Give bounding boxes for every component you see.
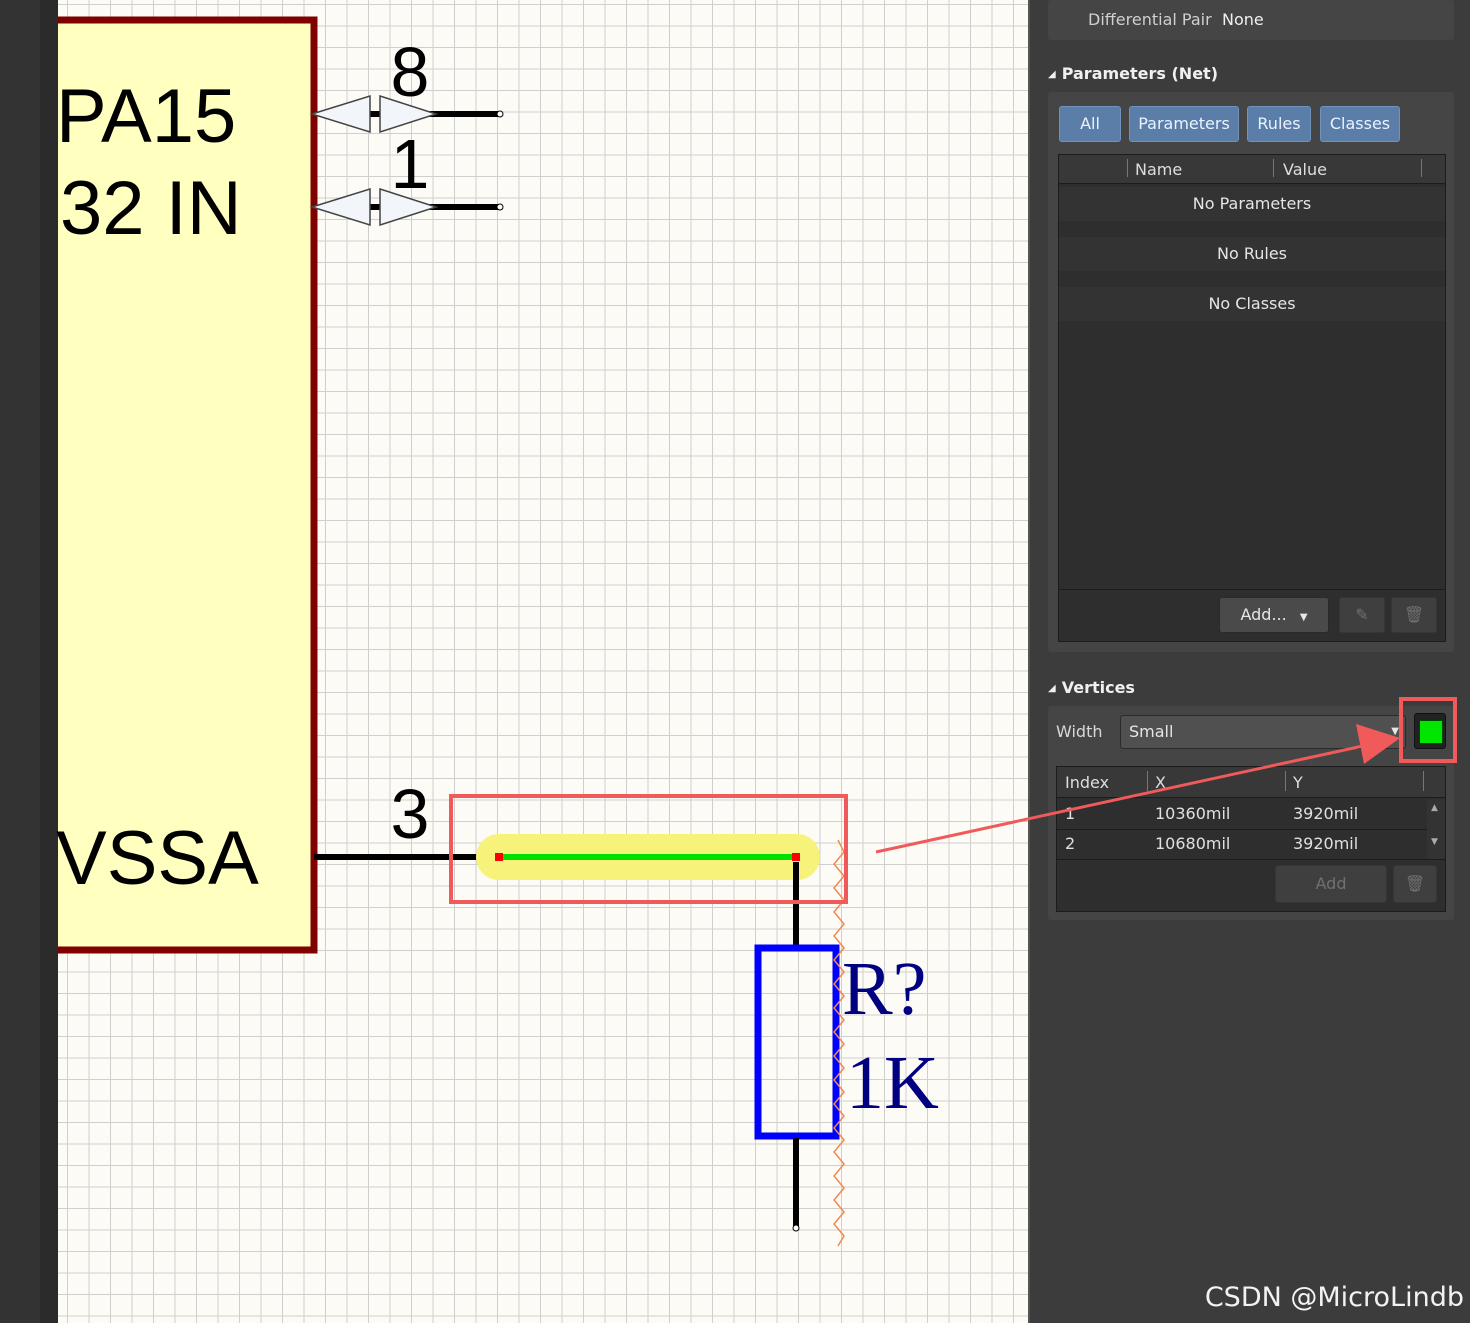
left-dock-strip: ▸ ↓ ▲ bbox=[0, 0, 59, 1323]
filter-rules-button[interactable]: Rules bbox=[1247, 106, 1311, 142]
vertices-table-header: Index X Y bbox=[1057, 767, 1445, 798]
delete-button[interactable]: 🗑 bbox=[1391, 597, 1437, 633]
panel-scrollbar[interactable] bbox=[24, 972, 34, 1230]
filter-all-button[interactable]: All bbox=[1059, 106, 1121, 142]
column-value[interactable]: Value bbox=[1283, 160, 1327, 179]
table-footer-divider bbox=[1059, 589, 1445, 590]
left-dock-column bbox=[40, 0, 59, 1323]
width-label: Width bbox=[1056, 722, 1103, 741]
collapse-triangle-icon: ◢ bbox=[1048, 69, 1056, 80]
vertices-title-text: Vertices bbox=[1061, 678, 1135, 697]
width-dropdown[interactable]: Small ▼ bbox=[1120, 715, 1406, 749]
vertices-table: Index X Y 1 10360mil 3920mil 2 10680mil … bbox=[1056, 766, 1446, 912]
differential-pair-value: None bbox=[1222, 10, 1264, 29]
width-value: Small bbox=[1129, 722, 1174, 741]
dropdown-caret-icon: ▼ bbox=[1391, 726, 1399, 737]
column-x[interactable]: X bbox=[1155, 773, 1166, 792]
no-rules-message: No Rules bbox=[1059, 237, 1445, 271]
column-index[interactable]: Index bbox=[1065, 773, 1109, 792]
edit-button[interactable]: ✎ bbox=[1339, 597, 1385, 633]
properties-panel: Differential Pair None ◢ Parameters (Net)… bbox=[1030, 0, 1470, 1323]
vertex-row[interactable]: 1 10360mil 3920mil bbox=[1057, 799, 1427, 830]
collapse-triangle-icon: ◢ bbox=[1048, 683, 1056, 694]
trash-icon: 🗑 bbox=[1403, 605, 1425, 624]
vertex-index: 1 bbox=[1065, 804, 1076, 823]
parameters-table: Name Value No Parameters No Rules No Cla… bbox=[1058, 154, 1446, 642]
vertex-x[interactable]: 10360mil bbox=[1155, 799, 1230, 829]
double-chevron-down-icon: ↓ bbox=[1, 915, 13, 931]
watermark: CSDN @MicroLindb bbox=[1204, 1282, 1464, 1313]
collapse-arrow-icon[interactable]: ▸ bbox=[26, 838, 32, 852]
panel-tab-button[interactable] bbox=[0, 858, 42, 896]
dropdown-caret-icon: ▼ bbox=[1299, 612, 1308, 623]
schematic-canvas[interactable] bbox=[58, 0, 1028, 1323]
color-swatch bbox=[1419, 720, 1443, 744]
column-name[interactable]: Name bbox=[1135, 160, 1182, 179]
filter-parameters-button[interactable]: Parameters bbox=[1129, 106, 1239, 142]
trash-icon: 🗑 bbox=[1404, 874, 1426, 893]
vertex-x[interactable]: 10680mil bbox=[1155, 829, 1230, 859]
no-parameters-message: No Parameters bbox=[1059, 187, 1445, 221]
vertex-row[interactable]: 2 10680mil 3920mil bbox=[1057, 829, 1427, 859]
add-parameter-button[interactable]: Add... ▼ bbox=[1219, 597, 1329, 633]
vertex-y[interactable]: 3920mil bbox=[1293, 799, 1358, 829]
scroll-up-arrow-icon[interactable]: ▲ bbox=[24, 952, 31, 962]
vertex-y[interactable]: 3920mil bbox=[1293, 829, 1358, 859]
table-footer-divider bbox=[1057, 859, 1445, 860]
scroll-up-arrow-icon[interactable]: ▲ bbox=[1431, 803, 1438, 813]
pencil-icon: ✎ bbox=[1355, 605, 1369, 624]
column-y[interactable]: Y bbox=[1293, 773, 1303, 792]
delete-vertex-button[interactable]: 🗑 bbox=[1393, 865, 1437, 903]
parameters-table-header: Name Value bbox=[1059, 155, 1445, 184]
add-parameter-label: Add... bbox=[1240, 605, 1287, 624]
expand-panel-button[interactable]: ↓ bbox=[0, 906, 42, 944]
wire-color-swatch-button[interactable] bbox=[1414, 713, 1446, 749]
filter-classes-button[interactable]: Classes bbox=[1320, 106, 1400, 142]
parameters-title-text: Parameters (Net) bbox=[1061, 64, 1219, 83]
table-scrollbar[interactable]: ▲ ▼ bbox=[1427, 799, 1445, 859]
no-classes-message: No Classes bbox=[1059, 287, 1445, 321]
add-vertex-button[interactable]: Add bbox=[1275, 865, 1387, 903]
scroll-down-arrow-icon[interactable]: ▼ bbox=[1431, 837, 1438, 847]
vertex-index: 2 bbox=[1065, 834, 1076, 853]
divider bbox=[0, 836, 58, 837]
differential-pair-row: Differential Pair None bbox=[1048, 0, 1454, 40]
vertices-section-title[interactable]: ◢ Vertices bbox=[1048, 678, 1135, 697]
parameters-section-title[interactable]: ◢ Parameters (Net) bbox=[1048, 64, 1218, 83]
differential-pair-label: Differential Pair bbox=[1088, 10, 1212, 29]
